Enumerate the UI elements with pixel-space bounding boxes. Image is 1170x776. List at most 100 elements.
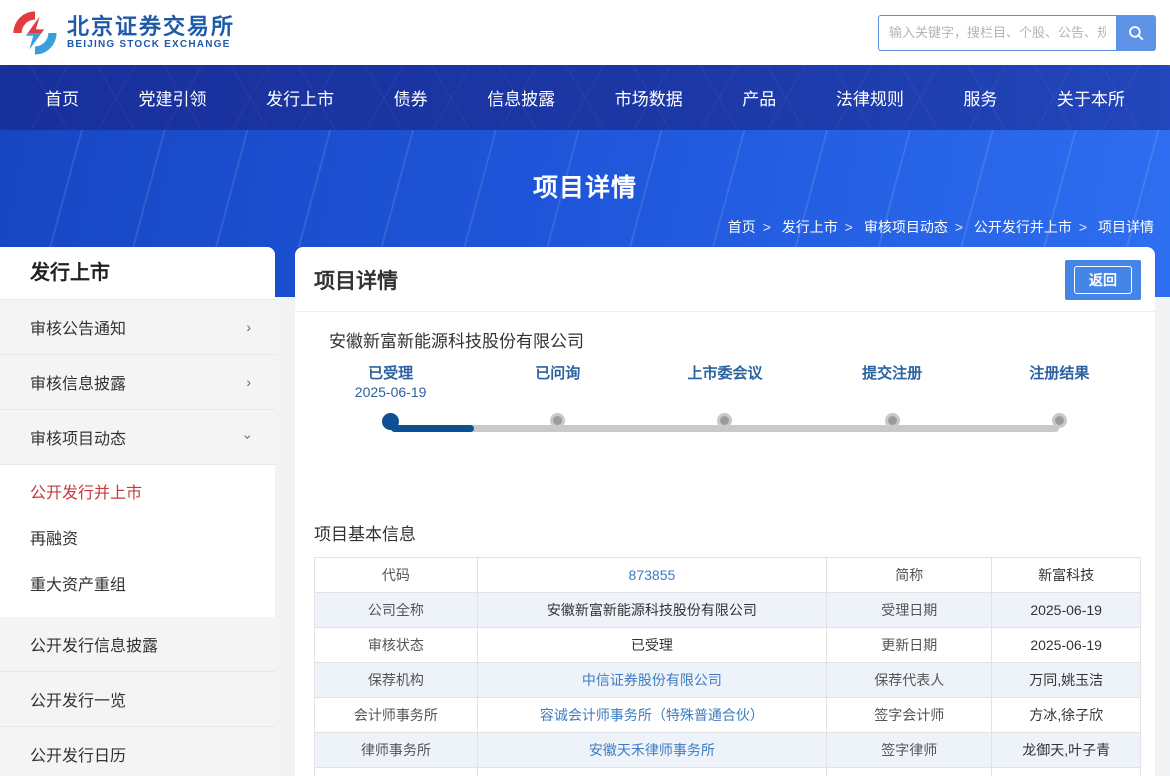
nav-item-market-data[interactable]: 市场数据: [615, 85, 683, 110]
banner-title: 项目详情: [0, 130, 1170, 204]
back-button[interactable]: 返回: [1065, 260, 1141, 300]
sidebar-item-offering-calendar[interactable]: 公开发行日历: [0, 727, 275, 776]
nav-item-services[interactable]: 服务: [963, 85, 997, 110]
cell-label: 受理日期: [827, 593, 992, 628]
nav-item-rules[interactable]: 法律规则: [836, 85, 904, 110]
sidebar-item-offering-overview[interactable]: 公开发行一览: [0, 672, 275, 727]
cell-label: 签字评估师: [827, 768, 992, 776]
cell-value: 2025-06-19: [992, 593, 1141, 628]
nav-item-party[interactable]: 党建引领: [139, 85, 207, 110]
site-logo[interactable]: 北京证券交易所 BEIJING STOCK EXCHANGE: [12, 10, 235, 56]
step-label: 已受理: [368, 362, 413, 384]
cell-label: 简称: [827, 558, 992, 593]
sidebar-item-review-dynamics[interactable]: 审核项目动态 ›: [0, 410, 275, 465]
basic-info-table: 代码 873855 简称 新富科技 公司全称 安徽新富新能源科技股份有限公司 受…: [314, 557, 1141, 776]
cell-value: [477, 768, 826, 776]
breadcrumb-current: 项目详情: [1098, 219, 1154, 235]
step-date: 2025-06-19: [355, 384, 427, 408]
cell-value: 万同,姚玉洁: [992, 663, 1141, 698]
nav-item-products[interactable]: 产品: [742, 85, 776, 110]
table-row: 公司全称 安徽新富新能源科技股份有限公司 受理日期 2025-06-19: [315, 593, 1141, 628]
sidebar: 发行上市 审核公告通知 › 审核信息披露 › 审核项目动态 › 公开发行并上市 …: [0, 247, 275, 776]
cell-label: 保荐代表人: [827, 663, 992, 698]
search-button[interactable]: [1116, 15, 1156, 51]
breadcrumb-separator: >: [845, 219, 853, 235]
cell-value: 中信证券股份有限公司: [477, 663, 826, 698]
step-label: 已问询: [535, 362, 580, 384]
cell-label: 审核状态: [315, 628, 478, 663]
progress-stepper: 已受理 2025-06-19 已问询 上市委会议 提交注册 注册结果: [307, 362, 1143, 448]
step-registration-submitted: 提交注册: [809, 362, 976, 448]
cell-value: 873855: [477, 558, 826, 593]
nav-item-listing[interactable]: 发行上市: [266, 85, 334, 110]
chevron-right-icon: ›: [246, 375, 251, 389]
sponsor-link[interactable]: 中信证券股份有限公司: [582, 672, 722, 688]
logo-title: 北京证券交易所: [67, 15, 235, 39]
stock-code-link[interactable]: 873855: [629, 567, 676, 583]
sidebar-item-label: 公开发行日历: [30, 742, 126, 766]
cell-label: 公司全称: [315, 593, 478, 628]
sidebar-item-review-disclosure[interactable]: 审核信息披露 ›: [0, 355, 275, 410]
breadcrumb-review-dynamics[interactable]: 审核项目动态: [864, 219, 948, 235]
sidebar-item-label: 公开发行一览: [30, 687, 126, 711]
sidebar-item-label: 审核公告通知: [30, 315, 126, 339]
submenu-item-public-offering[interactable]: 公开发行并上市: [0, 471, 275, 517]
table-row: 代码 873855 简称 新富科技: [315, 558, 1141, 593]
main-panel: 项目详情 返回 安徽新富新能源科技股份有限公司 已受理 2025-06-19 已…: [295, 247, 1155, 776]
cell-value: 安徽天禾律师事务所: [477, 733, 826, 768]
table-row: 评估机构 签字评估师: [315, 768, 1141, 776]
step-dot: [550, 413, 565, 428]
step-dot: [885, 413, 900, 428]
page-title: 项目详情: [314, 265, 398, 295]
breadcrumb-separator: >: [955, 219, 963, 235]
nav-item-about[interactable]: 关于本所: [1057, 85, 1125, 110]
step-label: 上市委会议: [687, 362, 762, 384]
breadcrumb: 首页> 发行上市> 审核项目动态> 公开发行并上市> 项目详情: [728, 217, 1154, 237]
chevron-down-icon: ›: [242, 435, 256, 440]
bse-logo-icon: [12, 10, 58, 56]
cell-value: 方冰,徐子欣: [992, 698, 1141, 733]
content-area: 发行上市 审核公告通知 › 审核信息披露 › 审核项目动态 › 公开发行并上市 …: [0, 247, 1170, 776]
search-input[interactable]: [878, 15, 1116, 51]
sidebar-item-label: 审核项目动态: [30, 425, 126, 449]
cell-label: 更新日期: [827, 628, 992, 663]
cell-label: 签字律师: [827, 733, 992, 768]
cell-value: 已受理: [477, 628, 826, 663]
table-row: 律师事务所 安徽天禾律师事务所 签字律师 龙御天,叶子青: [315, 733, 1141, 768]
cell-label: 保荐机构: [315, 663, 478, 698]
step-registration-result: 注册结果: [976, 362, 1143, 448]
cell-label: 签字会计师: [827, 698, 992, 733]
sidebar-title: 发行上市: [0, 247, 275, 300]
back-button-label: 返回: [1074, 266, 1132, 294]
cell-value: 安徽新富新能源科技股份有限公司: [477, 593, 826, 628]
cell-value: 2025-06-19: [992, 628, 1141, 663]
company-name: 安徽新富新能源科技股份有限公司: [295, 312, 1155, 352]
main-nav: 首页 党建引领 发行上市 债券 信息披露 市场数据 产品 法律规则 服务 关于本…: [0, 65, 1170, 130]
nav-item-home[interactable]: 首页: [45, 85, 79, 110]
breadcrumb-listing[interactable]: 发行上市: [782, 219, 838, 235]
sidebar-item-review-notices[interactable]: 审核公告通知 ›: [0, 300, 275, 355]
nav-item-bonds[interactable]: 债券: [394, 85, 428, 110]
submenu-item-refinancing[interactable]: 再融资: [0, 517, 275, 563]
sidebar-item-offering-disclosure[interactable]: 公开发行信息披露: [0, 617, 275, 672]
nav-item-disclosure[interactable]: 信息披露: [487, 85, 555, 110]
sidebar-item-label: 审核信息披露: [30, 370, 126, 394]
step-dot-active: [382, 413, 399, 430]
section-title-basic-info: 项目基本信息: [295, 520, 1155, 545]
logo-subtitle: BEIJING STOCK EXCHANGE: [67, 39, 235, 50]
site-header: 北京证券交易所 BEIJING STOCK EXCHANGE: [0, 0, 1170, 65]
chevron-right-icon: ›: [246, 320, 251, 334]
breadcrumb-public-offering[interactable]: 公开发行并上市: [974, 219, 1072, 235]
breadcrumb-home[interactable]: 首页: [728, 219, 756, 235]
law-firm-link[interactable]: 安徽天禾律师事务所: [589, 742, 715, 758]
submenu-item-major-asset-restructuring[interactable]: 重大资产重组: [0, 563, 275, 609]
breadcrumb-separator: >: [763, 219, 771, 235]
cell-label: 律师事务所: [315, 733, 478, 768]
search-icon: [1127, 24, 1145, 42]
step-committee-meeting: 上市委会议: [641, 362, 808, 448]
step-label: 注册结果: [1029, 362, 1089, 384]
step-accepted: 已受理 2025-06-19: [307, 362, 474, 448]
cell-value: 新富科技: [992, 558, 1141, 593]
accounting-firm-link[interactable]: 容诚会计师事务所（特殊普通合伙）: [540, 707, 764, 723]
step-dot: [717, 413, 732, 428]
